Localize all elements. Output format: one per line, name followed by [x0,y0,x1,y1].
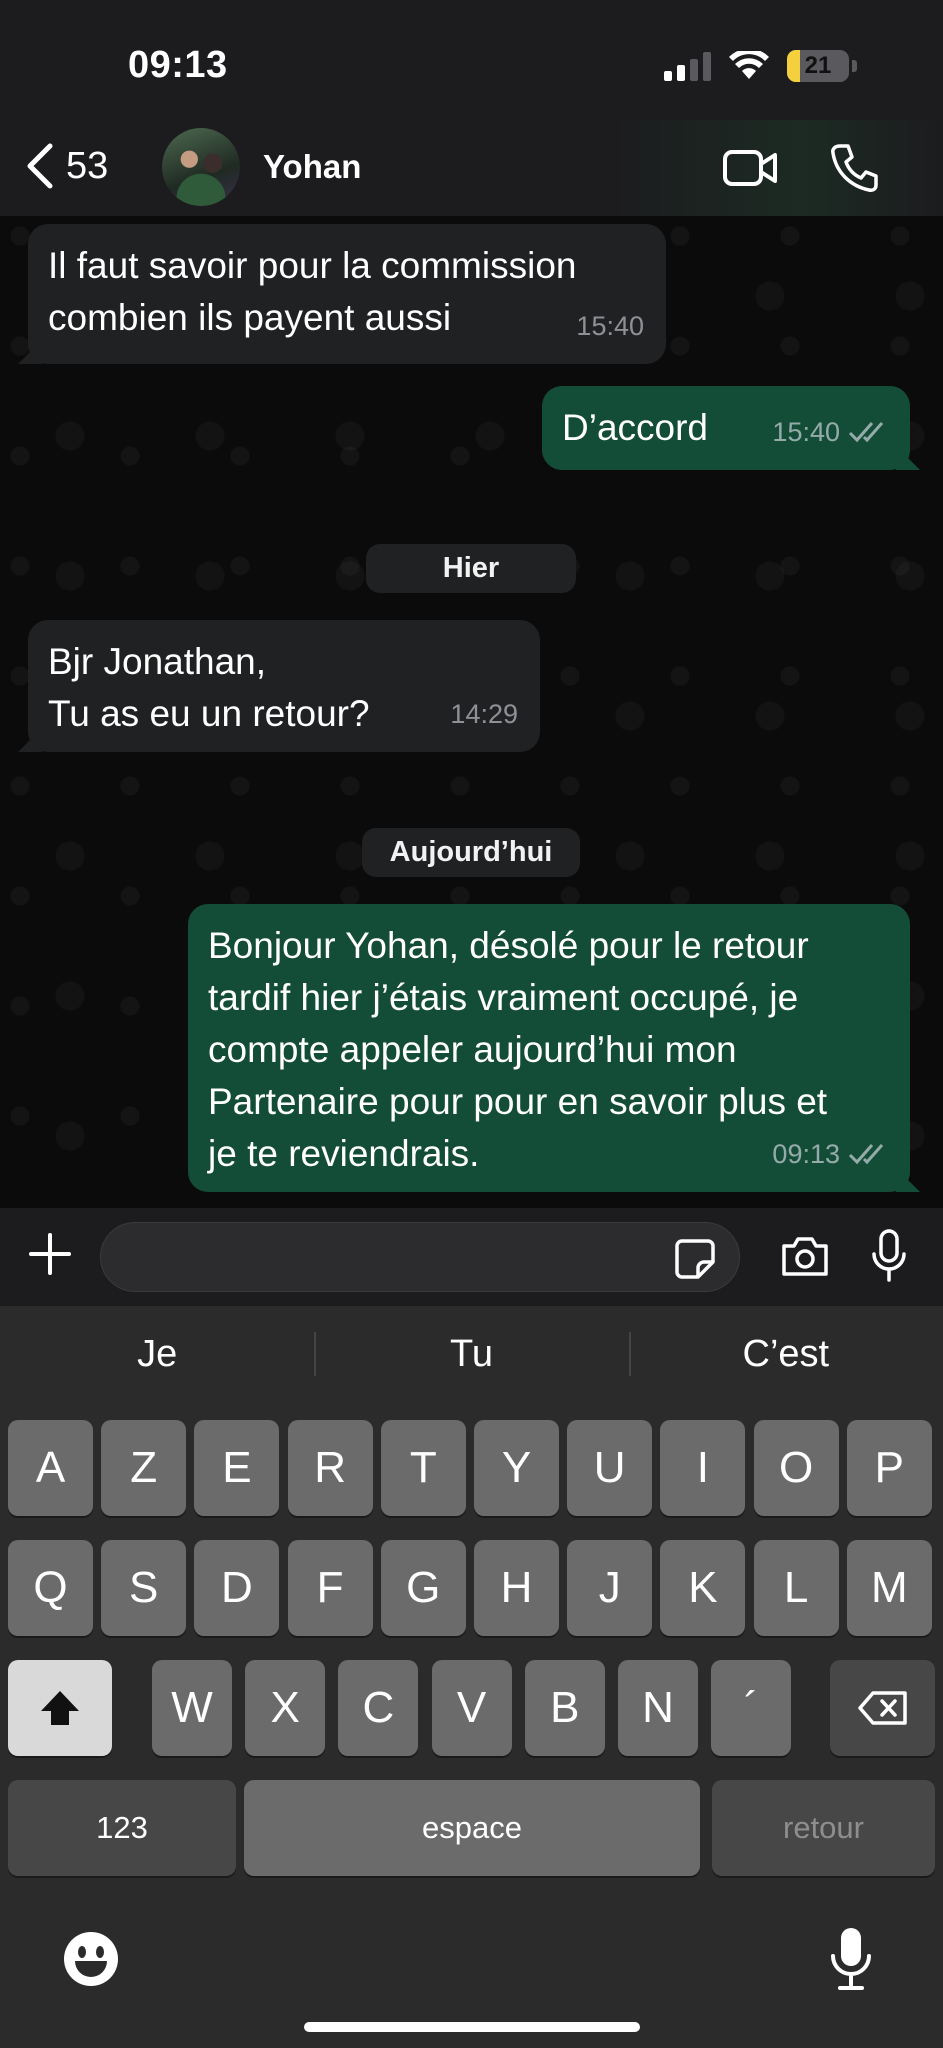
back-button[interactable]: 53 [24,142,108,190]
dictation-key[interactable] [830,1926,872,1997]
key-j[interactable]: J [567,1540,653,1636]
key-p[interactable]: P [846,1420,932,1516]
key-u[interactable]: U [567,1420,653,1516]
key-y[interactable]: Y [474,1420,559,1516]
chat-area[interactable]: Il faut savoir pour la commission combie… [0,216,943,1208]
key-m[interactable]: M [846,1540,932,1636]
key-s[interactable]: S [101,1540,187,1636]
sticker-icon [675,1239,715,1279]
predictive-bar: Je Tu C’est [0,1324,943,1384]
key-r[interactable]: R [287,1420,373,1516]
backspace-icon [857,1691,907,1725]
key-v[interactable]: V [431,1660,512,1756]
key-h[interactable]: H [474,1540,559,1636]
key-d[interactable]: D [194,1540,280,1636]
bubble-tail [896,446,920,470]
key-k[interactable]: K [660,1540,746,1636]
video-call-button[interactable] [722,140,778,201]
chat-header: 53 Yohan [0,120,943,216]
message-line: Bonjour Yohan, désolé pour le retour [208,925,809,966]
message-line: Il faut savoir pour la commission [48,245,577,286]
message-bubble-outgoing[interactable]: D’accord 15:40 [542,386,920,470]
chevron-left-icon [27,143,53,189]
attach-button[interactable] [28,1232,72,1281]
key-n[interactable]: N [618,1660,698,1756]
emoji-key[interactable] [62,1930,120,1993]
message-input[interactable] [100,1222,740,1292]
voice-message-button[interactable] [870,1228,908,1289]
message-time: 09:13 [772,1139,840,1169]
contact-name[interactable]: Yohan [263,148,361,186]
message-time: 15:40 [576,311,644,341]
double-check-read-icon [848,1144,884,1165]
date-separator: Hier [366,544,576,593]
key-b[interactable]: B [524,1660,605,1756]
plus-icon [29,1233,71,1275]
key-g[interactable]: G [380,1540,466,1636]
status-time: 09:13 [128,44,228,86]
wifi-icon [729,51,769,79]
suggestion[interactable]: Tu [314,1324,628,1384]
message-line: compte appeler aujourd’hui mon [208,1029,737,1070]
shift-arrow-icon [41,1691,79,1725]
key-e[interactable]: E [194,1420,280,1516]
message-bubble-outgoing[interactable]: Bonjour Yohan, désolé pour le retour tar… [188,904,920,1192]
return-key-label: retour [783,1810,864,1845]
battery-percent: 21 [804,52,832,79]
message-line: Tu as eu un retour? [48,693,370,734]
message-bubble-incoming[interactable]: Bjr Jonathan, Tu as eu un retour? 14:29 [18,620,540,752]
suggestion[interactable]: Je [0,1324,314,1384]
date-separator: Aujourd’hui [362,828,580,877]
double-check-read-icon [848,422,884,443]
home-indicator [304,2022,640,2032]
key-w[interactable]: W [152,1660,232,1756]
message-line: tardif hier j’étais vraiment occupé, je [208,977,799,1018]
space-key[interactable]: espace [244,1780,700,1876]
camera-icon [782,1237,828,1276]
key-c[interactable]: C [338,1660,419,1756]
key-f[interactable]: F [287,1540,373,1636]
key-accent[interactable]: ´ [711,1660,792,1756]
key-t[interactable]: T [380,1420,466,1516]
bubble-tail [18,340,42,364]
message-line: combien ils payent aussi [48,297,452,338]
key-a[interactable]: A [8,1420,93,1516]
video-camera-icon [723,150,777,186]
numbers-key[interactable]: 123 [8,1780,236,1876]
key-o[interactable]: O [753,1420,839,1516]
microphone-icon [831,1928,871,1990]
emoji-icon [64,1932,118,1986]
battery-tip [852,60,857,72]
battery-icon: 21 [787,50,849,82]
avatar[interactable] [162,128,240,206]
return-key[interactable]: retour [712,1780,935,1876]
message-time: 14:29 [450,699,518,729]
key-i[interactable]: I [660,1420,746,1516]
voice-call-button[interactable] [828,140,880,201]
message-line: Partenaire pour pour en savoir plus et [208,1081,828,1122]
key-q[interactable]: Q [8,1540,93,1636]
message-bubble-incoming[interactable]: Il faut savoir pour la commission combie… [18,224,666,364]
bubble-tail [18,728,42,752]
suggestion[interactable]: C’est [628,1324,943,1384]
status-bar: 09:13 21 [0,0,943,120]
bubble-tail [896,1168,920,1192]
backspace-key[interactable] [830,1660,935,1756]
composer-bar [0,1208,943,1306]
key-l[interactable]: L [753,1540,839,1636]
message-time: 15:40 [772,417,840,447]
key-z[interactable]: Z [101,1420,187,1516]
status-icons: 21 [664,50,857,82]
shift-key[interactable] [8,1660,112,1756]
phone-icon [831,144,878,192]
sticker-button[interactable] [674,1238,716,1285]
message-line: Bjr Jonathan, [48,641,267,682]
microphone-icon [872,1229,906,1282]
unread-count: 53 [66,144,109,187]
cellular-signal-icon [664,51,711,81]
key-x[interactable]: X [245,1660,326,1756]
keyboard: Je Tu C’est A Z E R T Y U I O P Q S D F G H J K L M W X C V B N ´ … [0,1306,943,2048]
camera-button[interactable] [780,1234,830,1283]
